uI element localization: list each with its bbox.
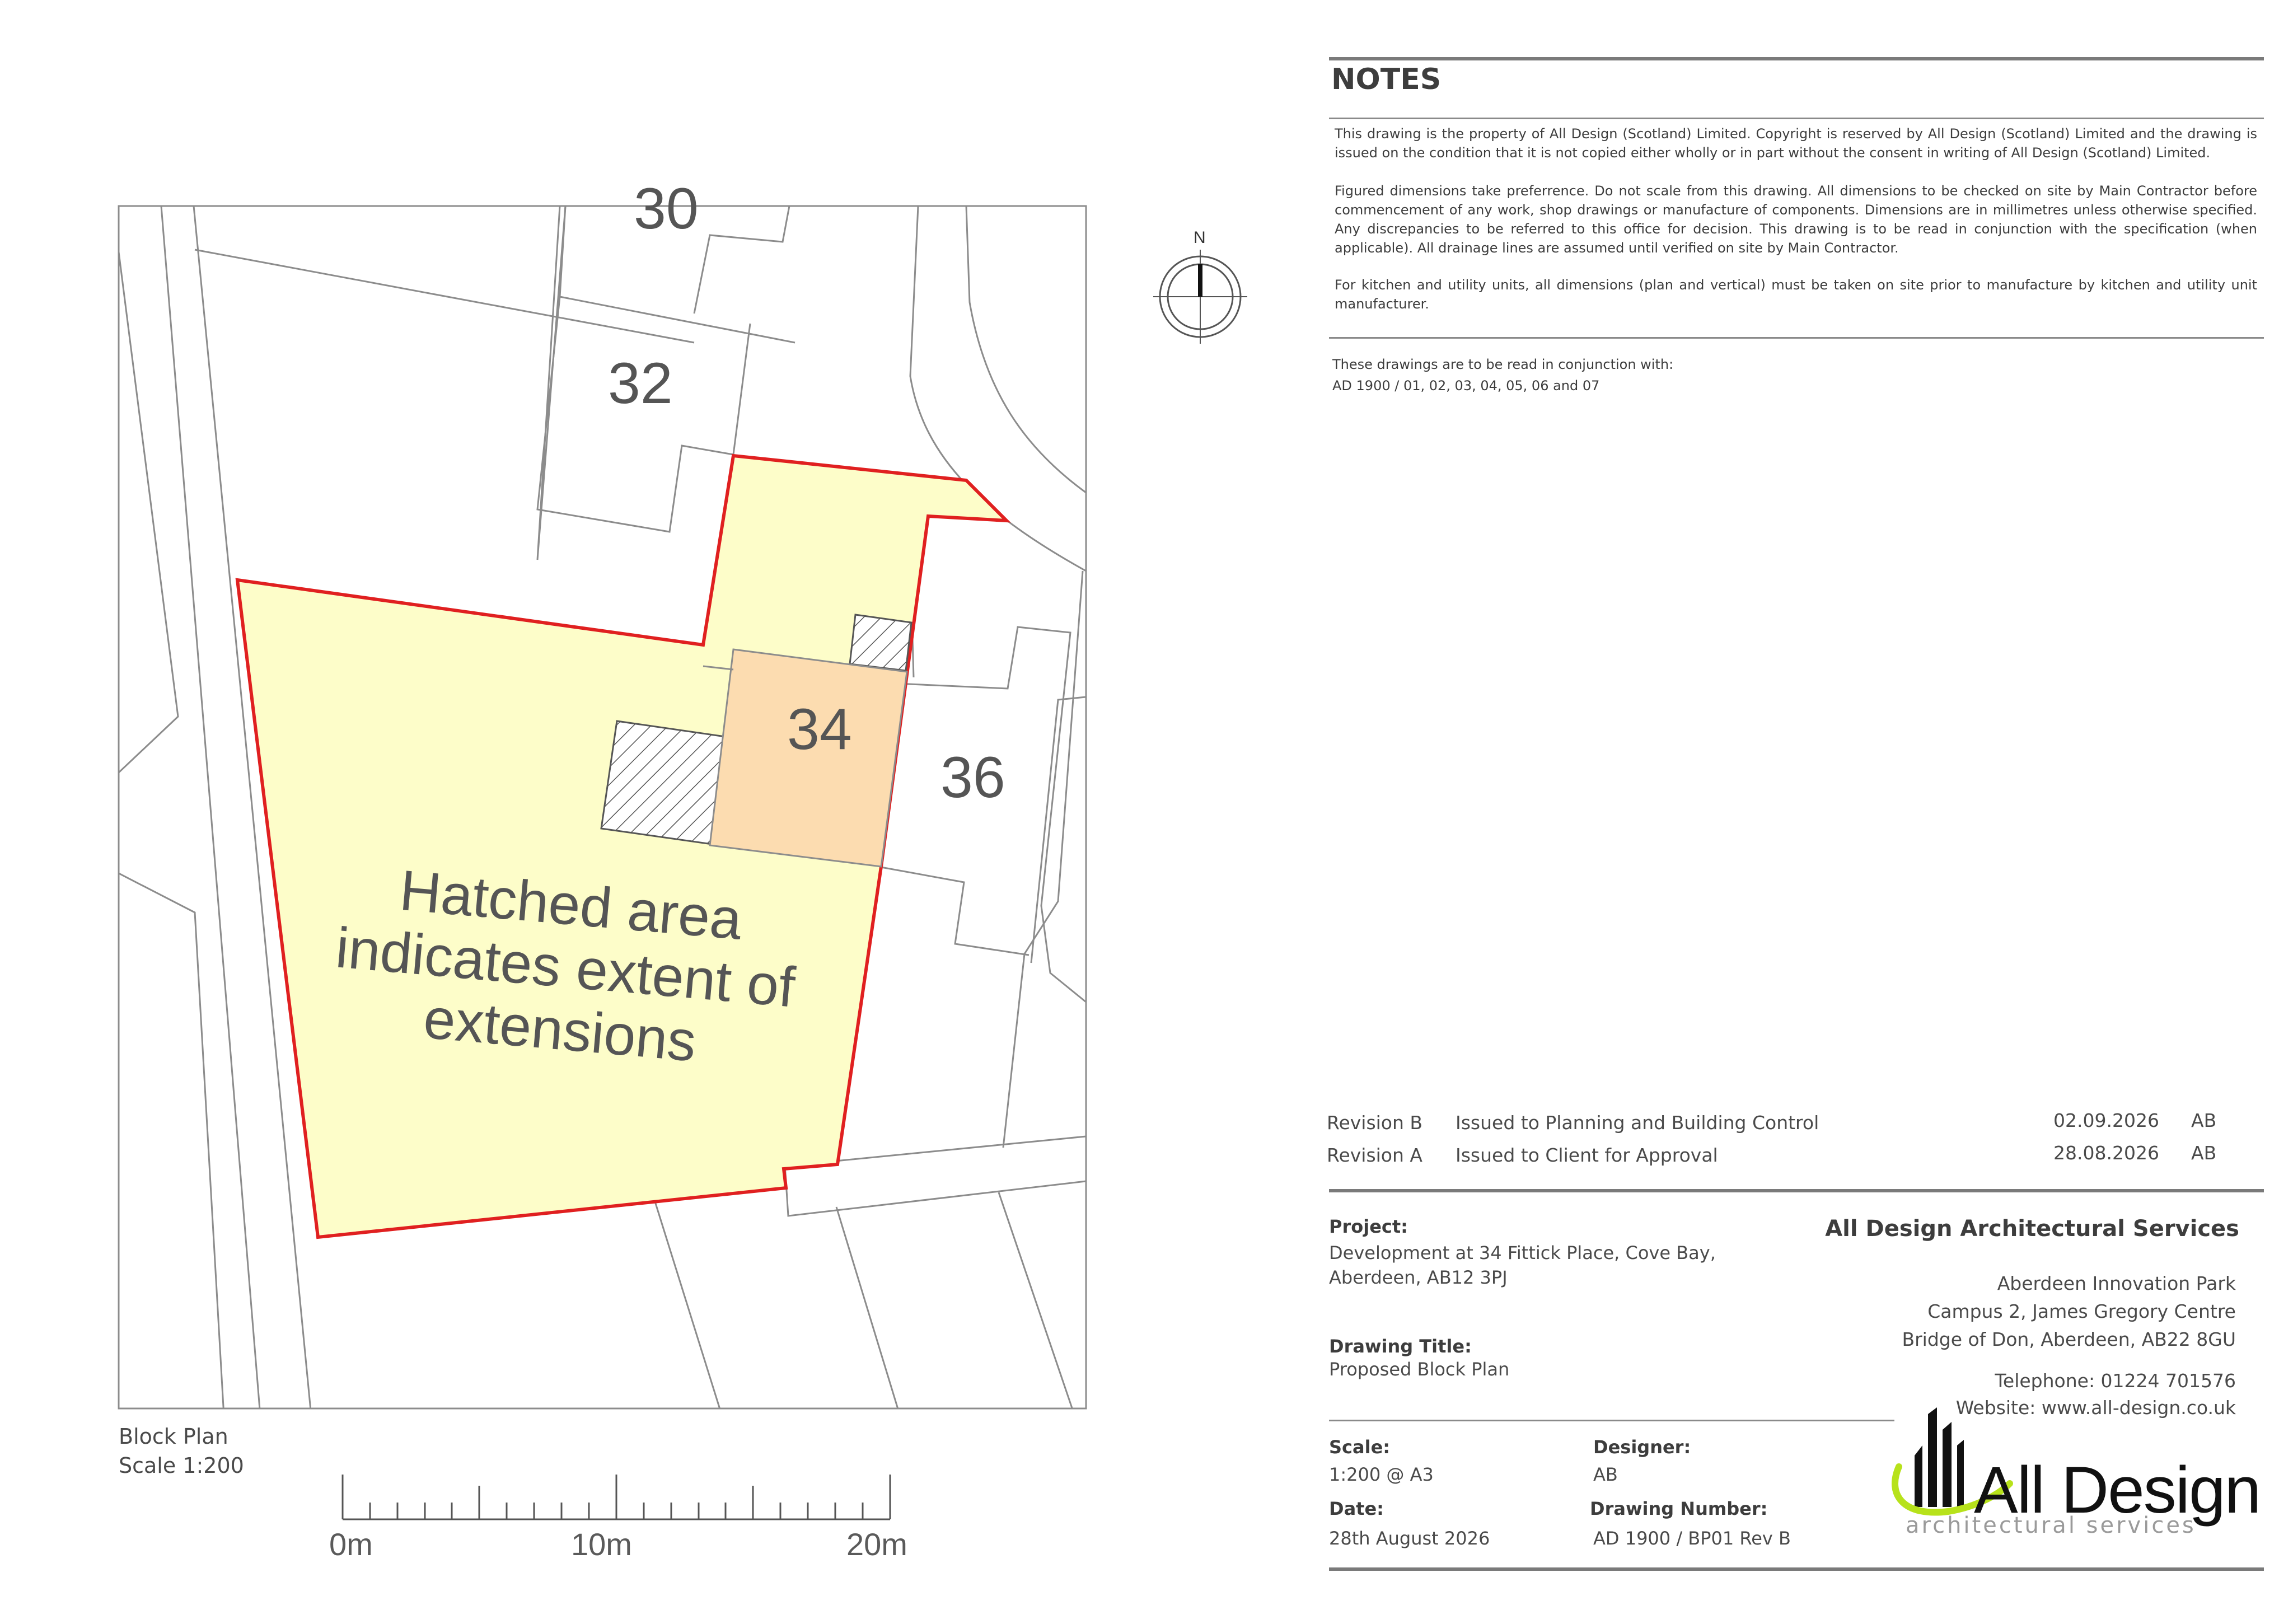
notes-bottom-rule xyxy=(1329,337,2264,339)
conjunction-list: AD 1900 / 01, 02, 03, 04, 05, 06 and 07 xyxy=(1332,378,1600,394)
company-address-2: Campus 2, James Gregory Centre xyxy=(1927,1300,2236,1322)
project-line-1: Development at 34 Fittick Place, Cove Ba… xyxy=(1329,1242,1716,1263)
revision-a-by: AB xyxy=(2191,1142,2217,1164)
scale-tick-0m: 0m xyxy=(329,1527,373,1562)
plot-number-32: 32 xyxy=(608,351,673,416)
north-label: N xyxy=(1194,228,1206,247)
scale-tick-10m: 10m xyxy=(571,1527,632,1562)
south-lines-2 xyxy=(835,1206,899,1408)
notes-paragraph-dimensions: Figured dimensions take preferrence. Do … xyxy=(1335,183,2257,256)
drawing-number-value: AD 1900 / BP01 Rev B xyxy=(1593,1528,1791,1549)
block-plan-caption: Block Plan xyxy=(119,1424,228,1449)
notes-paragraph-kitchen: For kitchen and utility units, all dimen… xyxy=(1335,277,2257,312)
revision-b-by: AB xyxy=(2191,1110,2217,1131)
company-telephone: Telephone: 01224 701576 xyxy=(1995,1370,2236,1392)
site-boundary xyxy=(235,453,1011,1239)
drawing-number-label: Drawing Number: xyxy=(1590,1498,1768,1519)
notes-title-rule xyxy=(1329,118,2264,119)
plot-36-lower xyxy=(877,865,1029,956)
titleblock-top-rule xyxy=(1329,1189,2264,1192)
scale-bar xyxy=(341,1475,891,1520)
project-line-2: Aberdeen, AB12 3PJ xyxy=(1329,1267,1508,1288)
plot-number-30: 30 xyxy=(634,176,699,241)
revision-b-id: Revision B xyxy=(1327,1112,1423,1134)
designer-label: Designer: xyxy=(1593,1436,1691,1458)
revision-a-id: Revision A xyxy=(1327,1144,1422,1166)
company-address-1: Aberdeen Innovation Park xyxy=(1997,1272,2236,1294)
block-plan: N 30 32 34 36 Hatched area indicates ext… xyxy=(0,0,1288,1621)
plot-number-36: 36 xyxy=(940,745,1005,810)
titleblock-mid-rule xyxy=(1329,1420,1894,1421)
company-address-3: Bridge of Don, Aberdeen, AB22 8GU xyxy=(1902,1328,2236,1350)
plot-36-lines xyxy=(909,559,1084,1148)
revision-a-desc: Issued to Client for Approval xyxy=(1456,1144,1718,1166)
north-arrow-icon xyxy=(1153,250,1247,344)
south-lines-3 xyxy=(998,1192,1073,1408)
curved-road-inner xyxy=(965,206,1086,494)
scale-label: Scale: xyxy=(1329,1436,1391,1458)
date-label: Date: xyxy=(1329,1498,1384,1519)
drawing-title-value: Proposed Block Plan xyxy=(1329,1359,1510,1380)
conjunction-heading: These drawings are to be read in conjunc… xyxy=(1332,357,1674,372)
extension-hatch-north xyxy=(849,614,912,672)
notes-top-rule xyxy=(1329,57,2264,60)
logo-sub-text: architectural services xyxy=(1906,1513,2196,1538)
extension-hatch-west xyxy=(600,720,727,845)
project-label: Project: xyxy=(1329,1216,1408,1237)
designer-value: AB xyxy=(1593,1464,1618,1485)
revision-b-date: 02.09.2026 xyxy=(2053,1110,2159,1131)
plot-number-34: 34 xyxy=(787,697,852,762)
company-logo: All Design architectural services xyxy=(1887,1400,2261,1545)
notes-paragraph-copyright: This drawing is the property of All Desi… xyxy=(1335,126,2257,161)
revision-a-date: 28.08.2026 xyxy=(2053,1142,2159,1164)
block-plan-scale: Scale 1:200 xyxy=(119,1453,244,1478)
date-value: 28th August 2026 xyxy=(1329,1528,1490,1549)
block-plan-drawing xyxy=(118,205,1247,1410)
revision-b-desc: Issued to Planning and Building Control xyxy=(1456,1112,1819,1134)
road-line-4 xyxy=(119,872,224,1408)
scale-value: 1:200 @ A3 xyxy=(1329,1464,1434,1485)
company-name: All Design Architectural Services xyxy=(1825,1216,2239,1242)
scale-tick-20m: 20m xyxy=(846,1527,907,1562)
plot-36-outline xyxy=(884,626,1086,1003)
drawing-title-label: Drawing Title: xyxy=(1329,1336,1472,1357)
titleblock-bottom-rule xyxy=(1329,1567,2264,1571)
south-lines-1 xyxy=(653,1197,721,1408)
notes-title: NOTES xyxy=(1331,63,1442,96)
road-line-1 xyxy=(119,251,179,774)
